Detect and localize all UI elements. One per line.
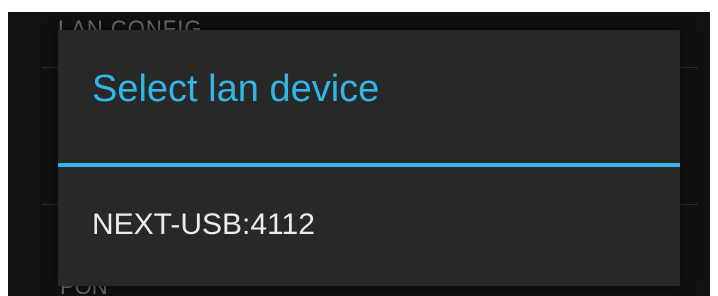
dialog-title: Select lan device: [92, 68, 380, 110]
app-screen: LAN CONFIG PON Select lan device NEXT-US…: [8, 12, 710, 296]
device-list-item[interactable]: NEXT-USB:4112: [58, 167, 680, 286]
device-list-item-label: NEXT-USB:4112: [92, 208, 315, 241]
select-device-dialog: Select lan device NEXT-USB:4112: [58, 30, 680, 286]
